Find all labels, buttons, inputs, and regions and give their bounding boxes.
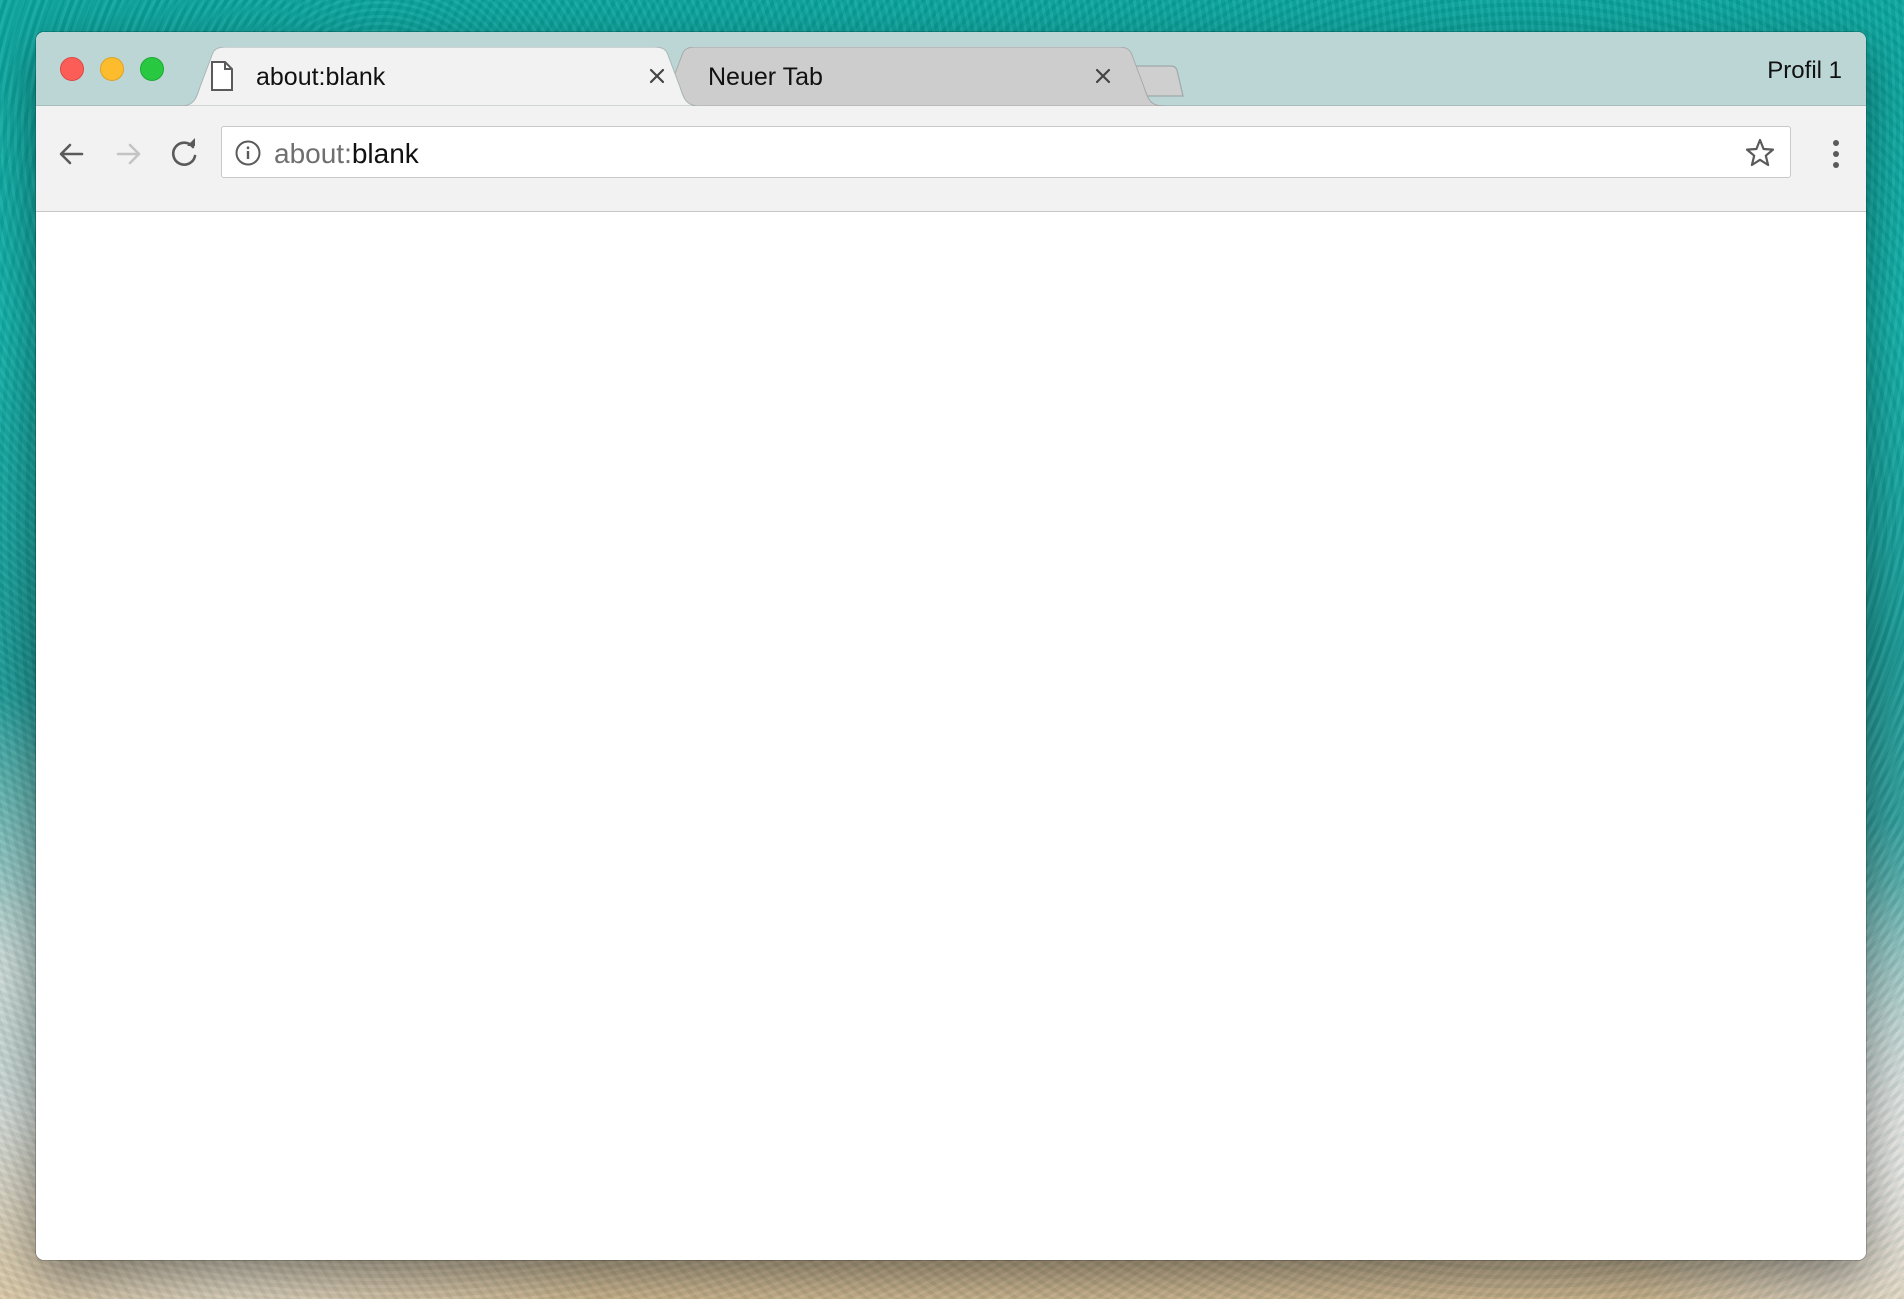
info-icon[interactable] xyxy=(234,139,262,167)
tab-close-icon[interactable] xyxy=(1090,63,1116,89)
toolbar: about:blank xyxy=(36,106,1866,212)
url-text[interactable]: about:blank xyxy=(274,138,419,170)
tab-neuer-tab[interactable]: Neuer Tab xyxy=(650,47,1164,106)
tab-about-blank[interactable]: about:blank xyxy=(180,47,700,106)
forward-button[interactable] xyxy=(108,134,148,174)
reload-button[interactable] xyxy=(164,134,204,174)
minimize-window-button[interactable] xyxy=(100,57,124,81)
browser-window: about:blank Neuer Tab Profil 1 about:bla… xyxy=(36,32,1866,1260)
address-bar[interactable]: about:blank xyxy=(221,126,1791,178)
page-content[interactable] xyxy=(36,212,1866,1260)
url-path: blank xyxy=(351,138,419,169)
url-scheme: about: xyxy=(274,138,352,169)
tab-close-icon[interactable] xyxy=(644,63,670,89)
title-bar: about:blank Neuer Tab Profil 1 xyxy=(36,32,1866,106)
back-button[interactable] xyxy=(52,134,92,174)
profile-button[interactable]: Profil 1 xyxy=(1767,57,1842,85)
tab-title: Neuer Tab xyxy=(708,63,823,91)
document-icon xyxy=(211,61,233,91)
maximize-window-button[interactable] xyxy=(140,57,164,81)
kebab-menu-icon[interactable] xyxy=(1824,134,1848,174)
close-window-button[interactable] xyxy=(60,57,84,81)
star-icon[interactable] xyxy=(1744,137,1776,169)
tab-title: about:blank xyxy=(256,63,386,91)
